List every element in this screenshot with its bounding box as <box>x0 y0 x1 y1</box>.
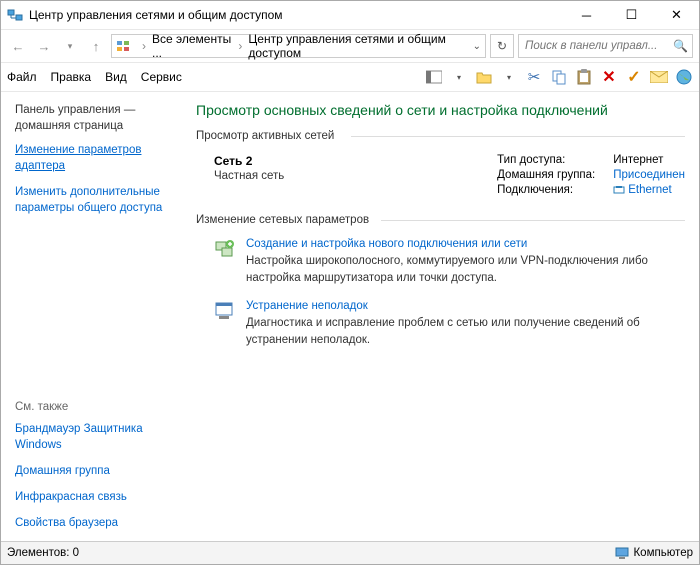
app-icon <box>7 7 23 23</box>
statusbar: Элементов: 0 Компьютер <box>1 541 699 564</box>
label-access-type: Тип доступа: <box>497 154 595 166</box>
page-title: Просмотр основных сведений о сети и наст… <box>196 102 685 118</box>
cut-icon[interactable]: ✂ <box>525 68 543 86</box>
value-connections[interactable]: Ethernet <box>613 184 685 196</box>
search-input[interactable] <box>523 39 673 53</box>
maximize-button[interactable]: ☐ <box>609 1 654 29</box>
label-homegroup: Домашняя группа: <box>497 169 595 181</box>
sidebar-home-line1: Панель управления — <box>15 104 135 116</box>
sidebar-sharing-settings[interactable]: Изменить дополнительные параметры общего… <box>15 184 176 216</box>
body: Панель управления — домашняя страница Из… <box>1 92 699 541</box>
sidebar-firewall[interactable]: Брандмауэр Защитника Windows <box>15 421 176 453</box>
back-button[interactable]: ← <box>7 35 29 57</box>
see-also-label: См. также <box>15 401 176 413</box>
task-troubleshoot[interactable]: Устранение неполадок Диагностика и испра… <box>214 300 685 348</box>
task-troubleshoot-title: Устранение неполадок <box>246 300 685 312</box>
sidebar: Панель управления — домашняя страница Из… <box>1 92 186 541</box>
copy-icon[interactable] <box>550 68 568 86</box>
menu-service[interactable]: Сервис <box>141 70 182 84</box>
content: Просмотр основных сведений о сети и наст… <box>186 92 699 541</box>
paste-icon[interactable] <box>575 68 593 86</box>
value-access-type: Интернет <box>613 154 685 166</box>
menu-view[interactable]: Вид <box>105 70 127 84</box>
breadcrumb-sep: › <box>140 39 148 53</box>
navbar: ← → ▾ ↑ › Все элементы ... › Центр управ… <box>1 29 699 62</box>
status-elements: Элементов: 0 <box>7 547 79 559</box>
sidebar-adapter-settings[interactable]: Изменение параметров адаптера <box>15 142 176 174</box>
breadcrumb-current[interactable]: Центр управления сетями и общим доступом <box>248 32 468 60</box>
network-info: Тип доступа: Интернет Домашняя группа: П… <box>497 154 685 196</box>
window: Центр управления сетями и общим доступом… <box>0 0 700 565</box>
task-new-connection-desc: Настройка широкополосного, коммутируемог… <box>246 253 685 286</box>
control-panel-icon <box>116 38 130 54</box>
delete-icon[interactable]: ✕ <box>600 68 618 86</box>
up-button[interactable]: ↑ <box>85 35 107 57</box>
status-computer: Компьютер <box>633 547 693 559</box>
network-type: Частная сеть <box>214 170 284 182</box>
sidebar-see-also: См. также Брандмауэр Защитника Windows Д… <box>15 401 176 533</box>
menu-file[interactable]: Файл <box>7 70 37 84</box>
sidebar-home-link[interactable]: Панель управления — домашняя страница <box>15 102 176 134</box>
sidebar-infrared[interactable]: Инфракрасная связь <box>15 489 176 505</box>
status-right: Компьютер <box>615 547 693 559</box>
task-body: Устранение неполадок Диагностика и испра… <box>246 300 685 348</box>
network-name: Сеть 2 <box>214 154 284 168</box>
sidebar-browser[interactable]: Свойства браузера <box>15 515 176 531</box>
dropdown-icon[interactable]: ▾ <box>500 68 518 86</box>
ethernet-icon <box>613 185 625 195</box>
titlebar: Центр управления сетями и общим доступом… <box>1 1 699 29</box>
breadcrumb-sep: › <box>236 39 244 53</box>
connection-name: Ethernet <box>628 184 671 196</box>
history-dropdown[interactable]: ▾ <box>59 35 81 57</box>
check-icon[interactable]: ✓ <box>625 68 643 86</box>
sidebar-homegroup[interactable]: Домашняя группа <box>15 463 176 479</box>
close-button[interactable]: ✕ <box>654 1 699 29</box>
troubleshoot-icon <box>214 300 236 322</box>
label-connections: Подключения: <box>497 184 595 196</box>
task-new-connection-title: Создание и настройка нового подключения … <box>246 238 685 250</box>
task-troubleshoot-desc: Диагностика и исправление проблем с сеть… <box>246 315 685 348</box>
sidebar-home-line2: домашняя страница <box>15 120 123 132</box>
window-title: Центр управления сетями и общим доступом <box>29 8 564 22</box>
dropdown-icon[interactable]: ▾ <box>450 68 468 86</box>
breadcrumb-root[interactable]: Все элементы ... <box>152 32 232 60</box>
folder-icon[interactable] <box>475 68 493 86</box>
menubar: Файл Правка Вид Сервис ▾ ▾ ✂ ✕ ✓ <box>1 62 699 92</box>
search-box[interactable]: 🔍 <box>518 34 693 58</box>
mail-icon[interactable] <box>650 68 668 86</box>
task-body: Создание и настройка нового подключения … <box>246 238 685 286</box>
window-buttons: ─ ☐ ✕ <box>564 1 699 29</box>
forward-button[interactable]: → <box>33 35 55 57</box>
new-connection-icon <box>214 238 236 260</box>
toolbar-icons: ▾ ▾ ✂ ✕ ✓ <box>425 68 693 86</box>
minimize-button[interactable]: ─ <box>564 1 609 29</box>
computer-icon <box>615 547 629 559</box>
search-icon: 🔍 <box>673 39 688 53</box>
active-network-block: Сеть 2 Частная сеть Тип доступа: Интерне… <box>214 154 685 196</box>
globe-icon[interactable] <box>675 68 693 86</box>
address-bar[interactable]: › Все элементы ... › Центр управления се… <box>111 34 486 58</box>
panel-icon[interactable] <box>425 68 443 86</box>
address-dropdown-icon[interactable]: ⌄ <box>473 41 481 52</box>
menu-edit[interactable]: Правка <box>51 70 92 84</box>
task-new-connection[interactable]: Создание и настройка нового подключения … <box>214 238 685 286</box>
refresh-button[interactable]: ↻ <box>490 34 514 58</box>
network-identity: Сеть 2 Частная сеть <box>214 154 284 196</box>
group-change-settings: Изменение сетевых параметров <box>196 214 685 226</box>
group-active-networks: Просмотр активных сетей <box>196 130 685 142</box>
value-homegroup[interactable]: Присоединен <box>613 169 685 181</box>
